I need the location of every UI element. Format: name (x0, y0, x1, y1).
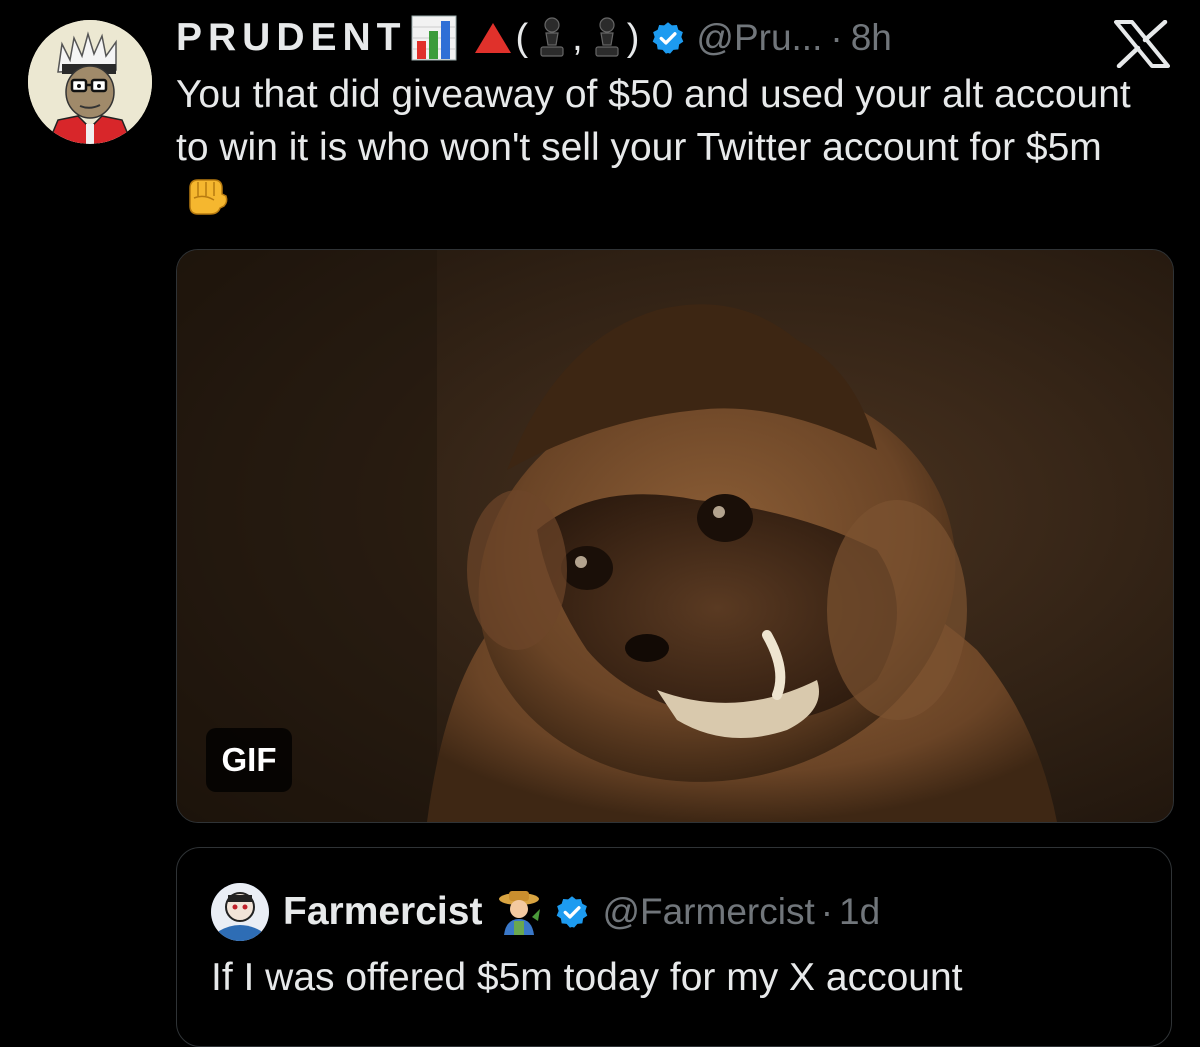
verified-badge-icon[interactable] (650, 20, 686, 56)
quoted-author-handle[interactable]: @Farmercist (602, 891, 814, 933)
red-triangle-icon (473, 20, 513, 56)
close-paren: ) (626, 16, 640, 59)
author-avatar[interactable] (28, 20, 152, 144)
quoted-author-avatar[interactable] (211, 883, 269, 941)
author-display-name[interactable]: PRUDENT (176, 16, 407, 60)
separator-dot: · (830, 17, 843, 58)
quoted-author-display-name[interactable]: Farmercist (283, 890, 482, 934)
comma: , (572, 16, 583, 59)
grinning-monkey-gif-image (177, 250, 1173, 822)
quoted-tweet-header: Farmercist @Farmercist · 1d (211, 883, 880, 941)
quoted-verified-badge-icon[interactable] (554, 894, 590, 930)
pawn-icon (535, 15, 569, 61)
tweet-media-gif[interactable]: GIF (176, 249, 1174, 823)
chart-emoji-icon (411, 15, 457, 61)
quoted-tweet-timestamp[interactable]: 1d (839, 891, 880, 933)
quoted-tweet-text: If I was offered $5m today for my X acco… (211, 956, 963, 999)
tweet-timestamp[interactable]: 8h (851, 17, 892, 59)
x-logo-icon[interactable] (1114, 19, 1170, 69)
quoted-tweet[interactable]: Farmercist @Farmercist · 1d If I was off… (176, 847, 1172, 1047)
tweet-body: You that did giveaway of $50 and used yo… (176, 68, 1136, 232)
tweet-text: You that did giveaway of $50 and used yo… (176, 73, 1131, 169)
open-paren: ( (515, 16, 529, 59)
tweet-header: PRUDENT ( , ) @Pru... · 8h (176, 14, 892, 62)
author-handle[interactable]: @Pru... (696, 17, 822, 59)
avatar-image (28, 20, 152, 144)
quoted-separator-dot: · (820, 891, 834, 932)
oncoming-fist-icon (184, 174, 230, 232)
gif-badge[interactable]: GIF (206, 728, 292, 792)
pawn-icon (590, 15, 624, 61)
farmer-icon (494, 887, 544, 937)
